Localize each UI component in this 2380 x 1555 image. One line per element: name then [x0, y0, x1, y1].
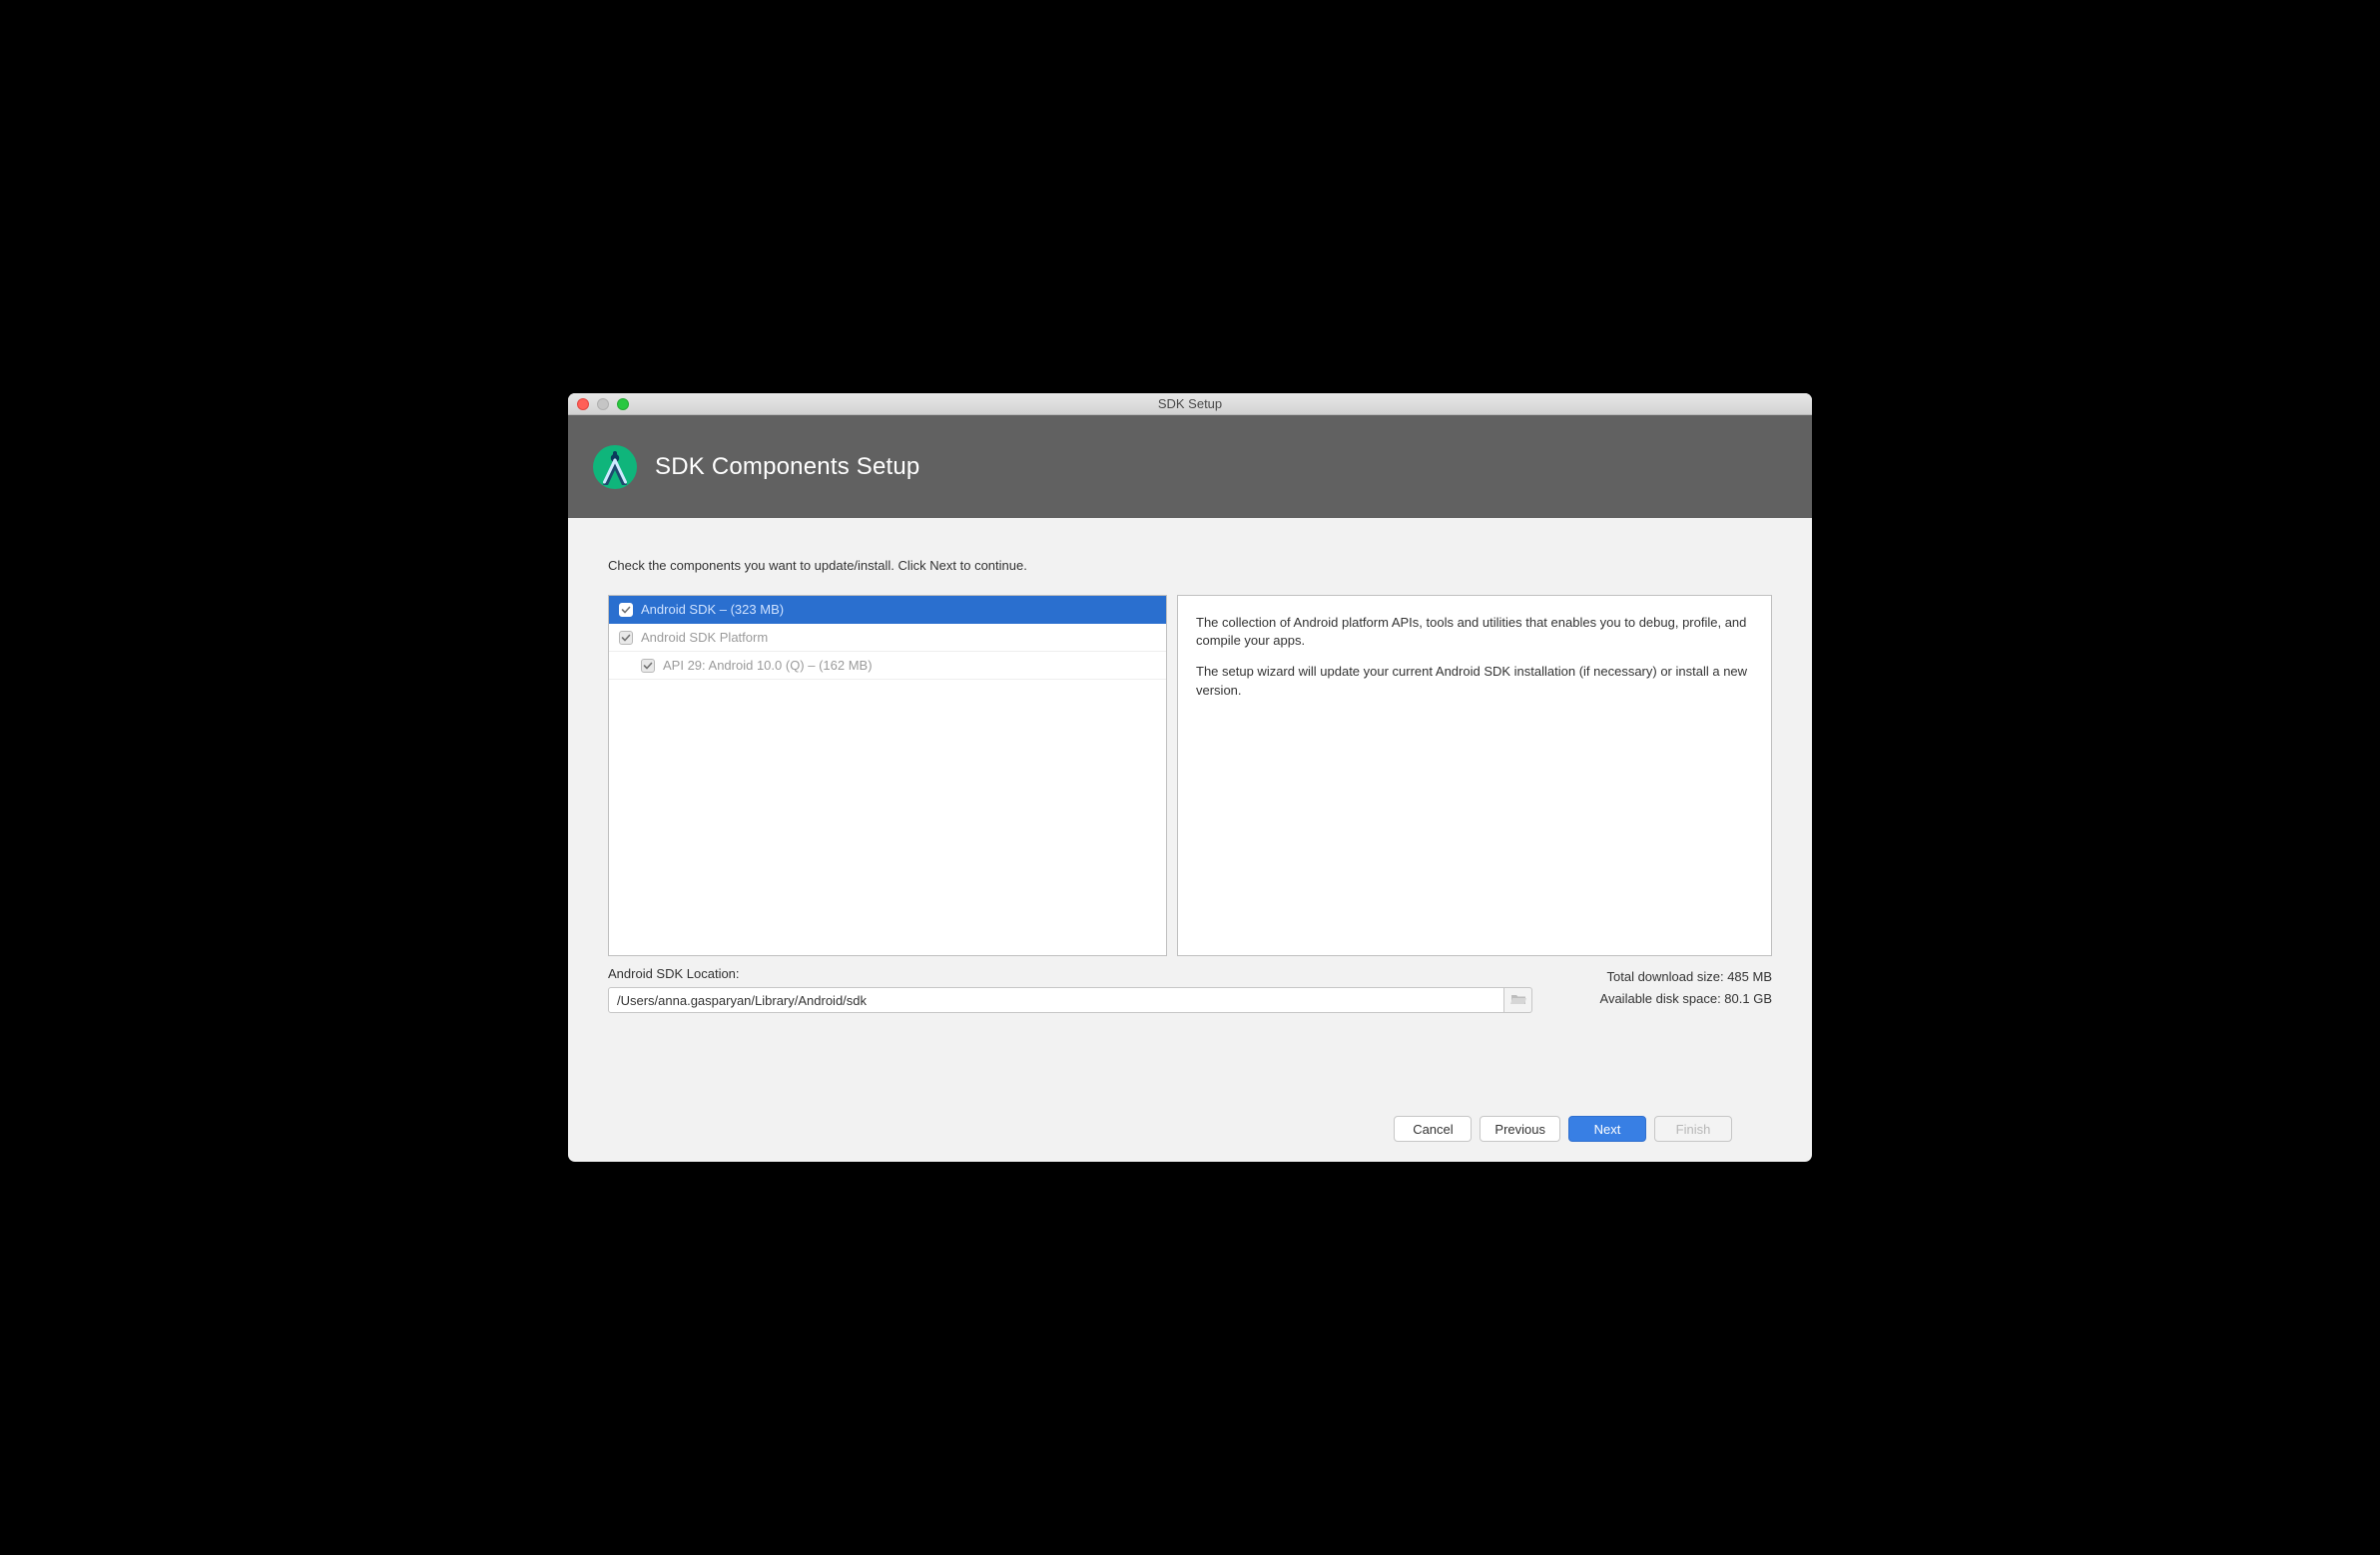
sdk-location-input[interactable] [608, 987, 1504, 1013]
sdk-setup-window: SDK Setup SDK Components Setup Check the… [568, 393, 1812, 1162]
description-panel: The collection of Android platform APIs,… [1177, 595, 1772, 956]
previous-button[interactable]: Previous [1480, 1116, 1560, 1142]
tree-item-label: API 29: Android 10.0 (Q) – (162 MB) [663, 658, 873, 673]
minimize-icon [597, 398, 609, 410]
window-title: SDK Setup [568, 396, 1812, 411]
window-controls [568, 398, 629, 410]
checkbox[interactable] [619, 603, 633, 617]
wizard-footer: Cancel Previous Next Finish [608, 1100, 1772, 1162]
cancel-button[interactable]: Cancel [1394, 1116, 1472, 1142]
tree-item[interactable]: Android SDK Platform [609, 624, 1166, 652]
wizard-content: Check the components you want to update/… [568, 518, 1812, 1162]
wizard-header: SDK Components Setup [568, 415, 1812, 518]
download-size-value: 485 MB [1727, 969, 1772, 984]
disk-space-label: Available disk space: [1600, 991, 1725, 1006]
below-panes: Android SDK Location: Tota [608, 966, 1772, 1013]
tree-item[interactable]: API 29: Android 10.0 (Q) – (162 MB) [609, 652, 1166, 680]
download-size-label: Total download size: [1607, 969, 1728, 984]
android-studio-icon [591, 443, 639, 491]
close-icon[interactable] [577, 398, 589, 410]
description-paragraph: The collection of Android platform APIs,… [1196, 614, 1753, 650]
folder-icon [1510, 993, 1526, 1008]
component-tree[interactable]: Android SDK – (323 MB) Android SDK Platfo… [608, 595, 1167, 956]
titlebar: SDK Setup [568, 393, 1812, 415]
size-info: Total download size: 485 MB Available di… [1552, 966, 1772, 1013]
next-button[interactable]: Next [1568, 1116, 1646, 1142]
checkbox [619, 631, 633, 645]
zoom-icon[interactable] [617, 398, 629, 410]
finish-button: Finish [1654, 1116, 1732, 1142]
checkbox [641, 659, 655, 673]
sdk-location-label: Android SDK Location: [608, 966, 1532, 981]
page-title: SDK Components Setup [655, 453, 919, 481]
tree-item[interactable]: Android SDK – (323 MB) [609, 596, 1166, 624]
disk-space-value: 80.1 GB [1724, 991, 1772, 1006]
instruction-text: Check the components you want to update/… [608, 558, 1772, 573]
browse-button[interactable] [1504, 987, 1532, 1013]
tree-item-label: Android SDK Platform [641, 630, 768, 645]
description-paragraph: The setup wizard will update your curren… [1196, 663, 1753, 699]
split-panes: Android SDK – (323 MB) Android SDK Platfo… [608, 595, 1772, 956]
tree-item-label: Android SDK – (323 MB) [641, 602, 784, 617]
